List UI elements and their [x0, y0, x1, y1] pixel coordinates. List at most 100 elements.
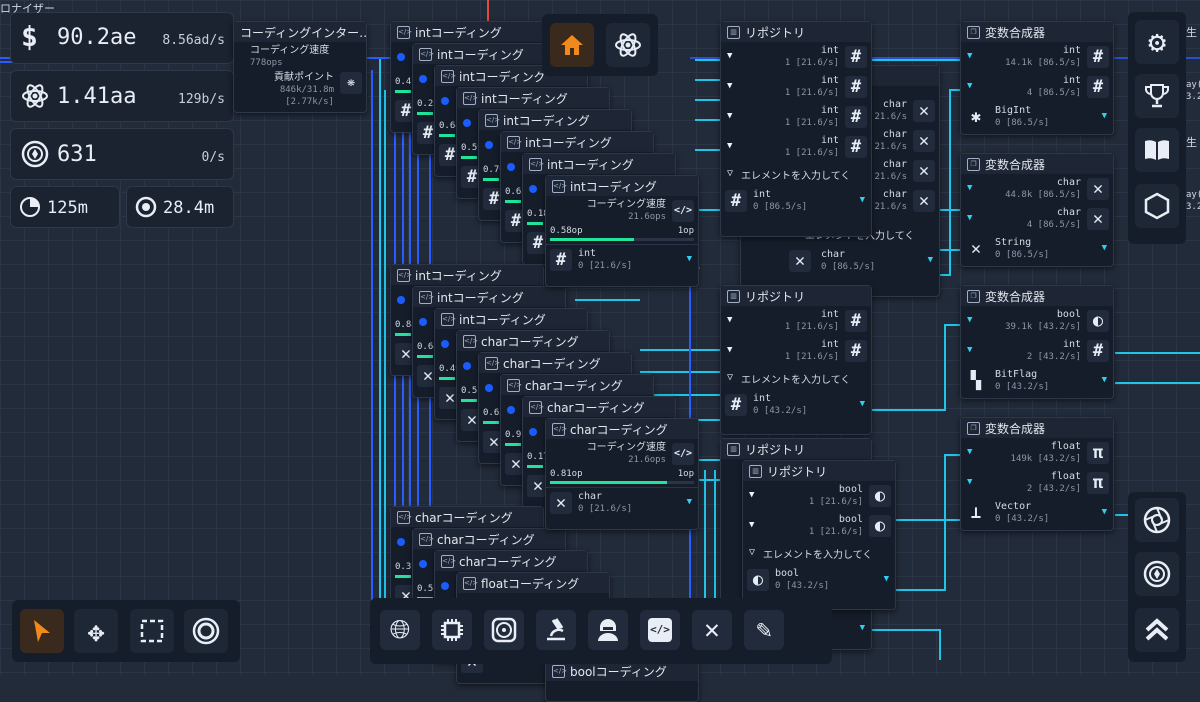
input-port[interactable]	[419, 560, 427, 568]
repository-node-2[interactable]: ▥ リポジトリ ▼ int 1 [21.6/s] # ▼ int 1 [21.6/s] # ▽ …	[720, 285, 872, 435]
fan-button[interactable]	[484, 610, 524, 650]
input-port[interactable]	[419, 75, 427, 83]
input-port[interactable]	[441, 340, 449, 348]
element-input[interactable]: エレメントを入力してく	[763, 546, 872, 561]
hacker-button[interactable]	[588, 610, 628, 650]
select-tool-button[interactable]	[20, 609, 64, 653]
cpu-button[interactable]	[432, 610, 472, 650]
library-icon: ▥	[727, 289, 740, 303]
variable-synthesizer-node[interactable]: ❐ 変数合成器 ▼ float 149k [43.2/s] π ▼ float 2 [43.2/…	[960, 417, 1114, 531]
repository-input-row[interactable]: ▼ int 1 [21.6/s] #	[721, 336, 871, 366]
output-port[interactable]: ▼	[928, 255, 933, 265]
input-port[interactable]: ▼	[967, 51, 972, 61]
repository-input-row[interactable]: ▼ int 1 [21.6/s] #	[721, 42, 871, 72]
input-port[interactable]: ▼	[967, 345, 972, 355]
upgrade-button[interactable]	[1135, 608, 1179, 652]
repository-input-row[interactable]: ▼ bool 1 [21.6/s] ◐	[743, 511, 895, 541]
output-port[interactable]: ▼	[860, 195, 865, 205]
int-coding-node-front-a[interactable]: </> intコーディング コーディング速度 21.6ops </> 0.58op 1…	[545, 175, 699, 287]
input-port[interactable]: ▼	[727, 51, 732, 61]
repository-node-4[interactable]: ▥ リポジトリ ▼ bool 1 [21.6/s] ◐ ▼ bool 1 [21.6/s] ◐ …	[742, 460, 896, 610]
output-port[interactable]: ▼	[884, 574, 889, 584]
input-port[interactable]	[485, 384, 493, 392]
synth-input-row[interactable]: ▼ int 4 [86.5/s] #	[961, 72, 1113, 102]
move-tool-button[interactable]: ✥	[74, 609, 118, 653]
input-port[interactable]: ▼	[727, 111, 732, 121]
aperture-button[interactable]	[1135, 498, 1179, 542]
repository-node-1[interactable]: ▥ リポジトリ ▼ int 1 [21.6/s] # ▼ int 1 [21.6/s] # ▼ in…	[720, 21, 872, 237]
element-input[interactable]: エレメントを入力してく	[741, 167, 850, 182]
repository-input-row[interactable]: ▼ int 1 [21.6/s] #	[721, 102, 871, 132]
input-port[interactable]	[529, 428, 537, 436]
element-input[interactable]: エレメントを入力してく	[741, 371, 850, 386]
output-port[interactable]: ▼	[860, 623, 865, 633]
settings-button[interactable]: ⚙	[1135, 20, 1179, 64]
input-port[interactable]	[463, 362, 471, 370]
synth-input-row[interactable]: ▼ int 14.1k [86.5/s] #	[961, 42, 1113, 72]
input-port[interactable]: ▼	[727, 345, 732, 355]
code-icon: </>	[419, 532, 434, 546]
input-port[interactable]	[485, 141, 493, 149]
input-port[interactable]: ▼	[727, 141, 732, 151]
network-button[interactable]: 🌐︎	[380, 610, 420, 650]
input-port[interactable]: ▼	[967, 81, 972, 91]
hexagon-button[interactable]	[1135, 184, 1179, 228]
input-port[interactable]	[397, 296, 405, 304]
guide-button[interactable]	[1135, 128, 1179, 172]
output-port[interactable]: ▼	[1102, 507, 1107, 517]
input-port[interactable]: ▼	[967, 447, 972, 457]
input-port[interactable]	[463, 119, 471, 127]
input-port[interactable]	[441, 582, 449, 590]
input-port[interactable]: ▼	[749, 490, 754, 500]
output-port[interactable]: ▼	[1102, 243, 1107, 253]
variable-synthesizer-node[interactable]: ❐ 変数合成器 ▼ int 14.1k [86.5/s] # ▼ int 4 [86.5/s] #…	[960, 21, 1114, 135]
input-port[interactable]	[419, 318, 427, 326]
target-tool-button[interactable]	[184, 609, 228, 653]
variable-synthesizer-node[interactable]: ❐ 変数合成器 ▼ bool 39.1k [43.2/s] ◐ ▼ int 2 [43.2/s]…	[960, 285, 1114, 399]
synth-input-row[interactable]: ▼ char 4 [86.5/s] ✕	[961, 204, 1113, 234]
input-port[interactable]: ▼	[967, 183, 972, 193]
synth-input-row[interactable]: ▼ float 149k [43.2/s] π	[961, 438, 1113, 468]
input-port[interactable]: ▼	[727, 315, 732, 325]
repository-input-row[interactable]: ▼ int 1 [21.6/s] #	[721, 132, 871, 162]
tools-button[interactable]: ✕	[692, 610, 732, 650]
input-port[interactable]: ▼	[749, 520, 754, 530]
synth-input-row[interactable]: ▼ bool 39.1k [43.2/s] ◐	[961, 306, 1113, 336]
input-port[interactable]	[397, 538, 405, 546]
input-port[interactable]: ▼	[727, 81, 732, 91]
research-button[interactable]	[606, 23, 650, 67]
library-icon: ▥	[727, 25, 740, 39]
output-port[interactable]: ▼	[1102, 111, 1107, 121]
output-port[interactable]: ▼	[687, 254, 692, 264]
box-select-tool-button[interactable]	[130, 609, 174, 653]
repository-input-row[interactable]: ▼ bool 1 [21.6/s] ◐	[743, 481, 895, 511]
output-port[interactable]: ▼	[687, 497, 692, 507]
achievements-button[interactable]	[1135, 74, 1179, 118]
input-port[interactable]	[507, 406, 515, 414]
input-port[interactable]: ▼	[967, 315, 972, 325]
input-port[interactable]	[507, 163, 515, 171]
token-button[interactable]	[1135, 552, 1179, 596]
input-port[interactable]	[441, 97, 449, 105]
progress-bar	[395, 575, 411, 578]
repository-input-row[interactable]: ▼ int 1 [21.6/s] #	[721, 306, 871, 336]
coding-node[interactable]: </> boolコーディング	[545, 660, 699, 702]
variable-synthesizer-node[interactable]: ❐ 変数合成器 ▼ char 44.8k [86.5/s] ✕ ▼ char 4 [86.5/s…	[960, 153, 1114, 267]
coding-button[interactable]: </>	[640, 610, 680, 650]
microscope-button[interactable]	[536, 610, 576, 650]
output-port[interactable]: ▼	[1102, 375, 1107, 385]
input-port[interactable]: ▼	[967, 213, 972, 223]
input-port[interactable]	[397, 53, 405, 61]
home-button[interactable]	[550, 23, 594, 67]
input-port[interactable]	[529, 185, 537, 193]
input-port[interactable]: ▼	[967, 477, 972, 487]
coding-interceptor-node[interactable]: コーディングインター… コーディング速度 778ops 貢献ポイント 846k/31…	[233, 21, 367, 113]
synth-input-row[interactable]: ▼ int 2 [43.2/s] #	[961, 336, 1113, 366]
synth-input-row[interactable]: ▼ float 2 [43.2/s] π	[961, 468, 1113, 498]
research-rate: 129b/s	[178, 92, 225, 107]
synth-input-row[interactable]: ▼ char 44.8k [86.5/s] ✕	[961, 174, 1113, 204]
design-button[interactable]: ✎	[744, 610, 784, 650]
char-coding-node-front-b[interactable]: </> charコーディング コーディング速度 21.6ops </> 0.81op …	[545, 418, 699, 530]
output-port[interactable]: ▼	[860, 399, 865, 409]
repository-input-row[interactable]: ▼ int 1 [21.6/s] #	[721, 72, 871, 102]
